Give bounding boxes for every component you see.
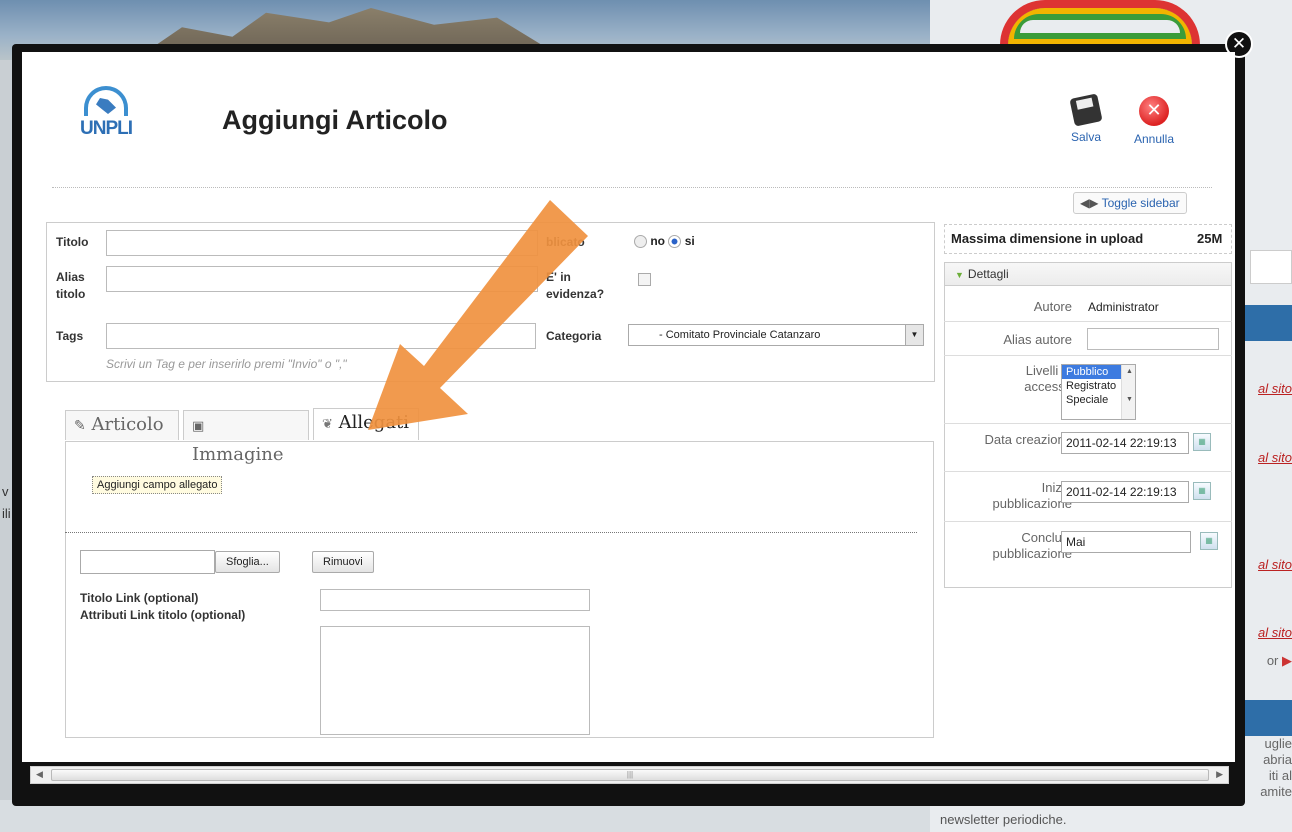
titolo-link-input[interactable] [320,589,590,611]
evidenza-checkbox[interactable] [638,273,651,286]
collapse-icon: ▼ [955,270,964,280]
image-icon: ▣ [192,419,205,434]
alias-autore-label: Alias autore [1003,332,1072,347]
calendar-icon[interactable]: ▦ [1200,532,1218,550]
pubblicato-label: blicato [546,235,585,249]
file-path-input[interactable] [80,550,215,574]
categoria-label: Categoria [546,329,602,343]
attributi-link-label: Attributi Link titolo (optional) [80,608,246,622]
alias-autore-input[interactable] [1087,328,1219,350]
titolo-input[interactable] [106,230,538,256]
categoria-select[interactable]: - Comitato Provinciale Catanzaro ▼ [628,324,924,346]
paperclip-icon: ❦ [322,417,333,432]
page-title: Aggiungi Articolo [222,105,448,135]
alias-autore-row: Alias autore [944,322,1232,356]
concludi-label: Concludi pubblicazione [992,530,1072,561]
browse-button[interactable]: Sfoglia... [215,551,280,573]
section-divider [65,532,917,533]
radio-no-label: no [650,234,666,248]
cancel-icon: ✕ [1139,96,1169,126]
toggle-sidebar-label: Toggle sidebar [1101,196,1180,210]
upload-value: 25M [1197,231,1223,246]
radio-no[interactable] [634,235,647,249]
alias-label: Alias titolo [56,270,86,301]
remove-button[interactable]: Rimuovi [312,551,374,573]
cancel-label: Annulla [1133,132,1175,146]
calendar-icon[interactable]: ▦ [1193,433,1211,451]
side-text: or [1266,653,1279,668]
inizia-input[interactable]: 2011-02-14 22:19:13 [1061,481,1189,503]
add-attachment-field-button[interactable]: Aggiungi campo allegato [92,476,223,494]
attributi-link-textarea[interactable] [320,626,590,735]
autore-value: Administrator [1088,300,1159,314]
modal-content: UNPLI Aggiungi Articolo Salva ✕ Annulla … [22,52,1235,762]
autore-label: Autore [1033,299,1072,314]
titolo-link-label: Titolo Link (optional) [80,591,199,605]
details-header-label: Dettagli [967,267,1009,281]
concludi-input[interactable]: Mai [1061,531,1191,553]
titolo-label: Titolo [56,235,89,249]
edit-icon: ✎ [74,418,86,434]
left-fragment: v [2,484,9,499]
tab-articolo-label: Articolo [91,414,164,435]
tags-input[interactable] [106,323,536,349]
save-button[interactable]: Salva [1059,93,1113,144]
inizia-label: Inizia pubblicazione [992,480,1072,511]
radio-si-label: si [684,234,695,248]
rainbow-logo [1000,0,1200,45]
save-label: Salva [1070,130,1102,144]
toggle-sidebar-button[interactable]: ◀▶ Toggle sidebar [1073,192,1187,214]
search-icon[interactable] [1250,250,1292,284]
access-level-list[interactable]: Pubblico Registrato Speciale ▲ ▼ [1061,364,1136,420]
tab-allegati[interactable]: ❦ Allegati [313,408,419,440]
left-fragment: ili [2,506,11,521]
save-icon [1069,93,1103,127]
pubblicato-options: no si [634,234,695,249]
tags-hint: Scrivi un Tag e per inserirlo premi "Inv… [106,357,347,371]
unpli-logo: UNPLI [78,82,148,152]
tab-articolo[interactable]: ✎ Articolo [65,410,179,440]
alias-input[interactable] [106,266,538,292]
upload-info-box: Massima dimensione in upload 25M [944,224,1232,254]
toggle-icon: ◀▶ [1080,196,1099,210]
cancel-button[interactable]: ✕ Annulla [1127,96,1181,146]
play-icon[interactable]: ▶ [1282,653,1292,668]
chevron-down-icon: ▼ [905,325,923,345]
list-scrollbar[interactable]: ▲ ▼ [1121,365,1135,419]
evidenza-label: E' in evidenza? [546,270,605,301]
scrollbar-thumb[interactable]: ||| [51,769,1209,781]
tab-immagine[interactable]: ▣ Immagine [183,410,309,465]
autore-row: Autore Administrator [944,288,1232,322]
header-separator [52,187,1212,188]
tab-allegati-label: Allegati [338,412,410,433]
data-creazione-label: Data creazione [984,432,1072,447]
details-header[interactable]: ▼ Dettagli [944,262,1232,286]
upload-label: Massima dimensione in upload [951,231,1144,246]
data-creazione-input[interactable]: 2011-02-14 22:19:13 [1061,432,1189,454]
horizontal-scrollbar[interactable]: ◀ ||| ▶ [30,766,1229,784]
categoria-value: - Comitato Provinciale Catanzaro [659,329,821,341]
scroll-right-icon[interactable]: ▶ [1216,769,1223,780]
scroll-left-icon[interactable]: ◀ [36,769,43,780]
tags-label: Tags [56,329,84,343]
radio-si[interactable] [668,235,682,249]
newsletter-text: newsletter periodiche. [940,812,1067,827]
calendar-icon[interactable]: ▦ [1193,482,1211,500]
logo-text: UNPLI [80,118,133,139]
